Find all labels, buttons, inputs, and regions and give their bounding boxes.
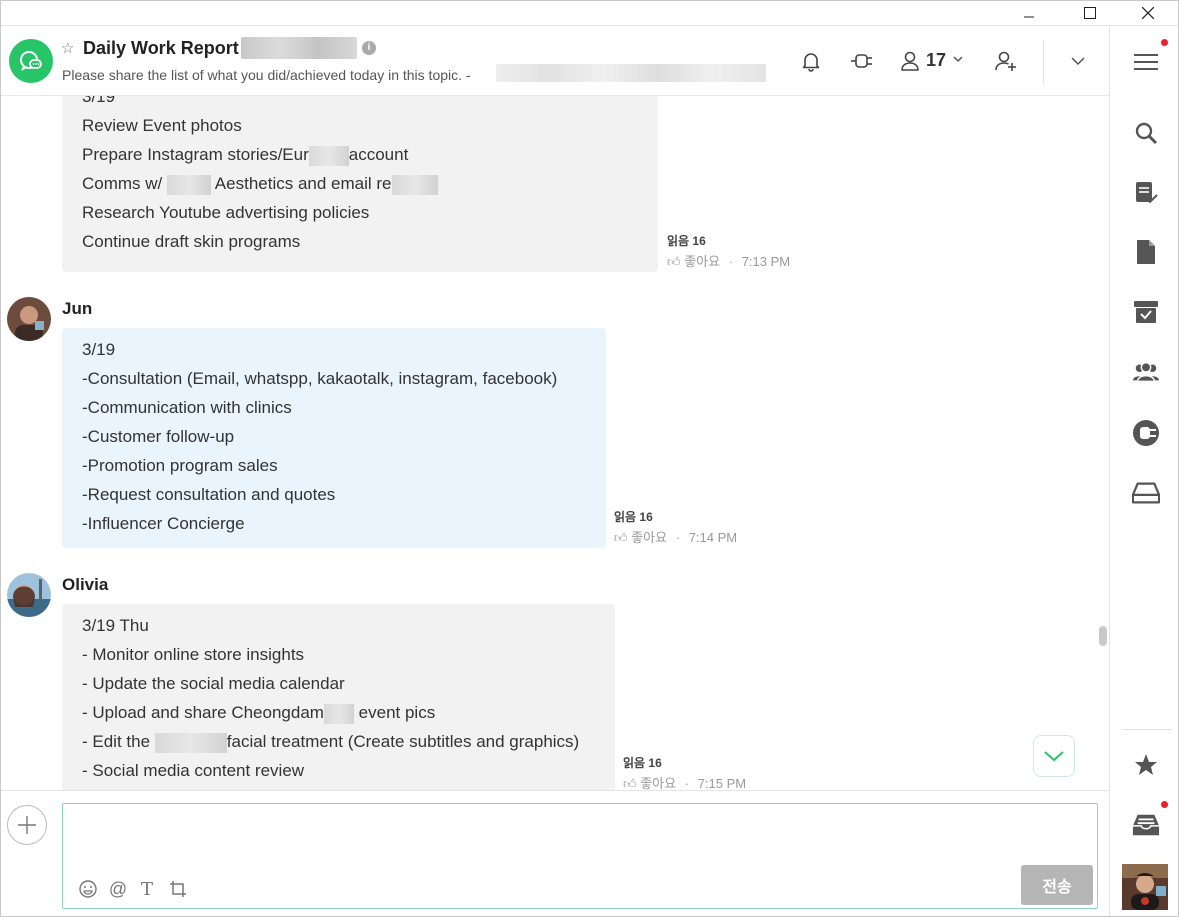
archive-box-icon[interactable] — [1132, 298, 1160, 326]
inbox-tray-icon[interactable] — [1132, 479, 1160, 507]
thumbs-up-icon[interactable]: 👍︎ — [614, 530, 628, 545]
like-button[interactable]: 좋아요 — [684, 254, 720, 269]
notification-dot — [1161, 801, 1168, 808]
minimize-button[interactable] — [1006, 1, 1052, 25]
message-line: Prepare Instagram stories/Eur account — [82, 145, 409, 166]
message-line: Comms w/ Aesthetics and email re — [82, 169, 638, 198]
like-row: 👍︎ 좋아요 · 7:13 PM — [667, 254, 791, 269]
maximize-icon — [1084, 7, 1096, 19]
message-bubble[interactable]: 3/19 -Consultation (Email, whatspp, kaka… — [62, 328, 606, 548]
topic-description: Please share the list of what you did/ac… — [62, 67, 471, 83]
like-row: 👍︎ 좋아요 · 7:14 PM — [614, 530, 738, 545]
topic-chat-icon[interactable] — [9, 39, 53, 83]
message-line: - Social media content review — [82, 761, 305, 780]
message-line: -Consultation (Email, whatspp, kakaotalk… — [82, 369, 558, 388]
bell-icon[interactable] — [798, 48, 824, 74]
redacted-text — [391, 174, 438, 195]
topic-title: Daily Work Report — [83, 38, 239, 58]
message-line: - Upload and share Cheongdam event pics — [82, 703, 436, 724]
scrollbar-thumb[interactable] — [1099, 626, 1107, 646]
minimize-icon — [1024, 16, 1034, 18]
read-count[interactable]: 읽음 16 — [614, 508, 653, 525]
chevron-down-icon[interactable] — [952, 52, 964, 70]
message-input[interactable] — [71, 810, 1011, 866]
mention-icon[interactable]: @ — [107, 878, 129, 900]
connect-icon[interactable] — [1132, 419, 1160, 447]
invite-member-icon[interactable] — [993, 48, 1019, 74]
redacted-text — [308, 145, 349, 166]
redacted-text — [154, 732, 227, 753]
crop-icon[interactable] — [167, 878, 189, 900]
avatar[interactable] — [7, 573, 51, 617]
notification-tray-icon[interactable] — [1132, 811, 1160, 839]
close-button[interactable] — [1125, 1, 1171, 25]
composer: @ T 전송 — [62, 803, 1098, 909]
message-line: 3/19 — [82, 96, 116, 106]
members-icon[interactable] — [897, 48, 923, 74]
member-count[interactable]: 17 — [926, 50, 946, 71]
message-line: - Edit the facial treatment (Create subt… — [82, 732, 580, 753]
message-line: - Monitor online store insights — [82, 645, 305, 664]
read-count[interactable]: 읽음 16 — [623, 754, 662, 771]
team-icon[interactable] — [1132, 358, 1160, 386]
avatar[interactable] — [7, 297, 51, 341]
connect-plug-icon[interactable] — [849, 48, 875, 74]
redacted-text — [323, 703, 354, 724]
todo-icon[interactable] — [1132, 179, 1160, 207]
redacted-title-suffix — [241, 37, 357, 59]
message-line: - Update the social media calendar — [82, 674, 345, 693]
header-divider — [1043, 40, 1044, 84]
maximize-button[interactable] — [1067, 1, 1113, 25]
read-count[interactable]: 읽음 16 — [667, 232, 706, 249]
like-button[interactable]: 좋아요 — [631, 530, 667, 545]
plus-icon — [18, 816, 36, 834]
message-line: -Customer follow-up — [82, 427, 235, 446]
info-icon[interactable]: i — [362, 41, 376, 55]
close-icon — [1142, 7, 1154, 19]
thumbs-up-icon[interactable]: 👍︎ — [667, 254, 681, 269]
notification-dot — [1161, 39, 1168, 46]
composer-area: @ T 전송 — [1, 790, 1109, 916]
sender-name[interactable]: Olivia — [62, 575, 108, 595]
right-sidebar — [1109, 25, 1178, 916]
message-time: 7:13 PM — [741, 254, 791, 269]
favorite-star-icon[interactable]: ☆ — [61, 39, 74, 57]
message-bubble[interactable]: 3/19 Thu - Monitor online store insights… — [62, 604, 615, 790]
redacted-description — [496, 64, 766, 82]
thumbs-up-icon[interactable]: 👍︎ — [623, 776, 637, 790]
scroll-to-bottom-button[interactable] — [1033, 735, 1075, 777]
redacted-text — [167, 174, 211, 195]
chevron-down-icon — [1044, 751, 1064, 762]
search-icon[interactable] — [1132, 119, 1160, 147]
message-line: 3/19 Thu — [82, 616, 149, 635]
file-icon[interactable] — [1132, 238, 1160, 266]
like-button[interactable]: 좋아요 — [640, 776, 676, 790]
like-row: 👍︎ 좋아요 · 7:15 PM — [623, 776, 747, 790]
topic-header: ☆ Daily Work Report i Please share the l… — [1, 25, 1109, 96]
title-bar — [1, 1, 1178, 25]
message-line: Research Youtube advertising policies — [82, 203, 370, 222]
message-line: Review Event photos — [82, 116, 242, 135]
message-line: Continue draft skin programs — [82, 232, 301, 251]
emoji-icon[interactable] — [77, 878, 99, 900]
sender-name[interactable]: Jun — [62, 299, 92, 319]
message-bubble[interactable]: 3/19 Review Event photos Prepare Instagr… — [62, 96, 658, 272]
attach-add-button[interactable] — [7, 805, 47, 845]
message-time: 7:14 PM — [688, 530, 738, 545]
sidebar-divider — [1122, 729, 1172, 730]
star-icon[interactable] — [1132, 751, 1160, 779]
menu-icon[interactable] — [1132, 48, 1160, 76]
message-line: -Communication with clinics — [82, 398, 292, 417]
app-window: ☆ Daily Work Report i Please share the l… — [0, 0, 1179, 917]
text-format-icon[interactable]: T — [136, 878, 158, 900]
message-time: 7:15 PM — [697, 776, 747, 790]
message-line: -Influencer Concierge — [82, 514, 245, 533]
message-list[interactable]: 3/19 Review Event photos Prepare Instagr… — [1, 96, 1109, 790]
message-line: 3/19 — [82, 340, 116, 359]
send-button[interactable]: 전송 — [1021, 865, 1093, 905]
message-line: -Promotion program sales — [82, 456, 278, 475]
my-profile-avatar[interactable] — [1122, 864, 1168, 910]
header-chevron-down-icon[interactable] — [1065, 48, 1091, 74]
message-line: -Request consultation and quotes — [82, 485, 336, 504]
